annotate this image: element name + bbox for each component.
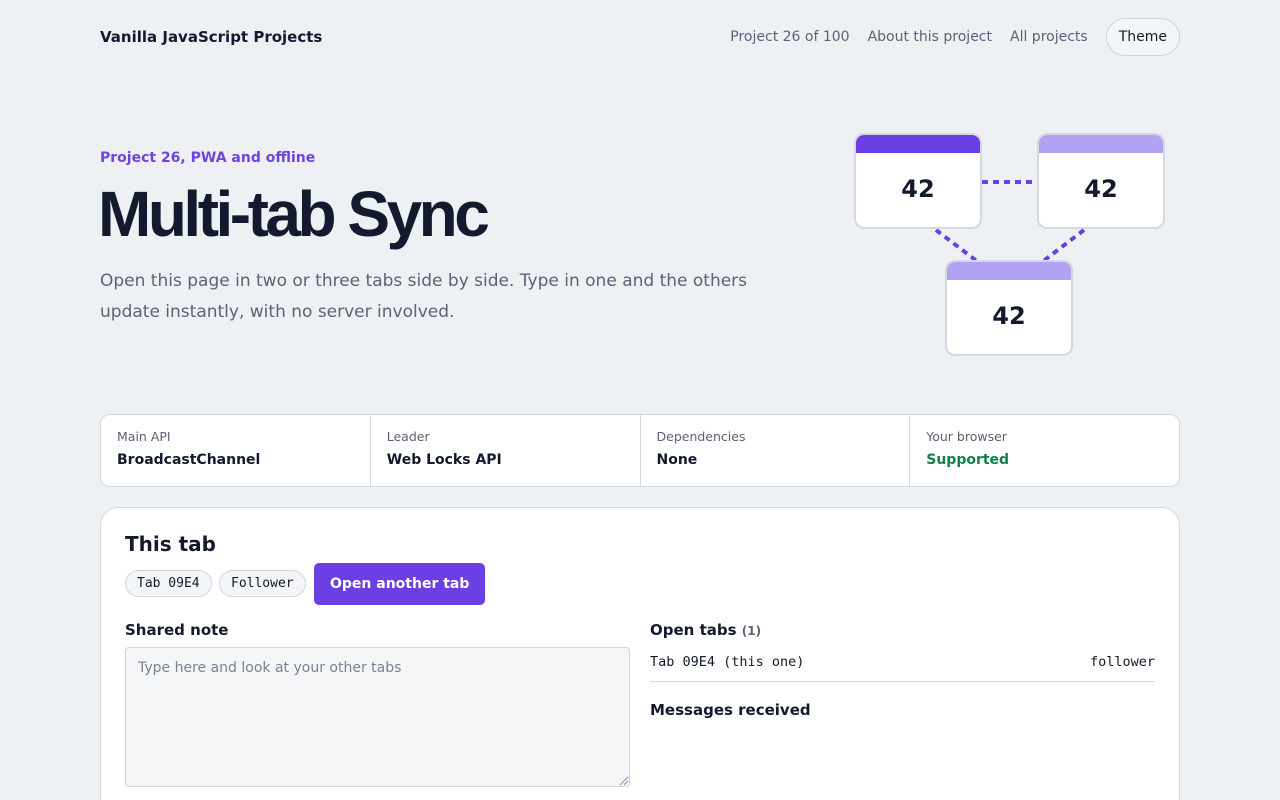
mini-tab-titlebar <box>1039 135 1163 153</box>
stat-value: Web Locks API <box>386 452 502 468</box>
mini-tab-value: 42 <box>992 302 1026 330</box>
this-tab-panel: This tab Tab 09E4 Follower Open another … <box>100 507 1180 800</box>
project-eyebrow: Project 26, PWA and offline <box>100 150 316 166</box>
open-tab-role: follower <box>1089 654 1155 670</box>
stat-value: BroadcastChannel <box>117 452 261 468</box>
nav-about-link[interactable]: About this project <box>868 29 992 45</box>
stat-label: Main API <box>117 429 171 444</box>
nav-project-progress[interactable]: Project 26 of 100 <box>730 29 849 45</box>
mini-tab-value: 42 <box>1084 175 1118 203</box>
stat-value-supported: Supported <box>926 452 1010 468</box>
shared-note-input[interactable] <box>125 647 630 787</box>
mini-tab-titlebar <box>947 262 1071 280</box>
page-lead: Open this page in two or three tabs side… <box>100 271 748 322</box>
project-stats: Main API BroadcastChannel Leader Web Loc… <box>100 414 1180 487</box>
tab-id-badge: Tab 09E4 <box>125 570 212 597</box>
open-tabs-title: Open tabs (1) <box>650 621 761 639</box>
mini-tab-window-1: 42 <box>854 133 982 229</box>
top-nav: Project 26 of 100 About this project All… <box>730 18 1180 56</box>
sync-illustration: 42 42 42 <box>840 120 1180 370</box>
open-tabs-label: Open tabs <box>650 621 737 639</box>
page-title: Multi-tab Sync <box>98 178 490 250</box>
theme-toggle-button[interactable]: Theme <box>1105 18 1180 56</box>
messages-received-title: Messages received <box>650 701 811 719</box>
stat-label: Dependencies <box>656 429 746 444</box>
sync-link-right <box>1040 228 1086 264</box>
stat-value: None <box>656 452 698 468</box>
resize-grip-icon[interactable] <box>619 776 629 786</box>
stat-main-api: Main API BroadcastChannel <box>101 415 370 486</box>
panel-title: This tab <box>125 532 216 556</box>
nav-all-projects-link[interactable]: All projects <box>1010 29 1088 45</box>
stat-label: Your browser <box>926 429 1007 444</box>
open-another-tab-button[interactable]: Open another tab <box>314 563 486 605</box>
top-bar: Vanilla JavaScript Projects Project 26 o… <box>100 18 1180 56</box>
mini-tab-window-3: 42 <box>945 260 1073 356</box>
site-brand[interactable]: Vanilla JavaScript Projects <box>100 28 322 46</box>
mini-tab-value: 42 <box>901 175 935 203</box>
stat-browser-support: Your browser Supported <box>909 415 1179 486</box>
tab-role-badge: Follower <box>219 570 306 597</box>
mini-tab-window-2: 42 <box>1037 133 1165 229</box>
shared-note-title: Shared note <box>125 621 229 639</box>
stat-dependencies: Dependencies None <box>639 415 910 486</box>
stat-label: Leader <box>386 429 430 444</box>
open-tabs-count: (1) <box>741 624 762 638</box>
mini-tab-titlebar <box>856 135 980 153</box>
open-tab-name: Tab 09E4 (this one) <box>650 654 805 670</box>
stat-leader: Leader Web Locks API <box>369 415 640 486</box>
sync-link-left <box>934 228 980 264</box>
open-tab-row: Tab 09E4 (this one) follower <box>650 654 1155 682</box>
